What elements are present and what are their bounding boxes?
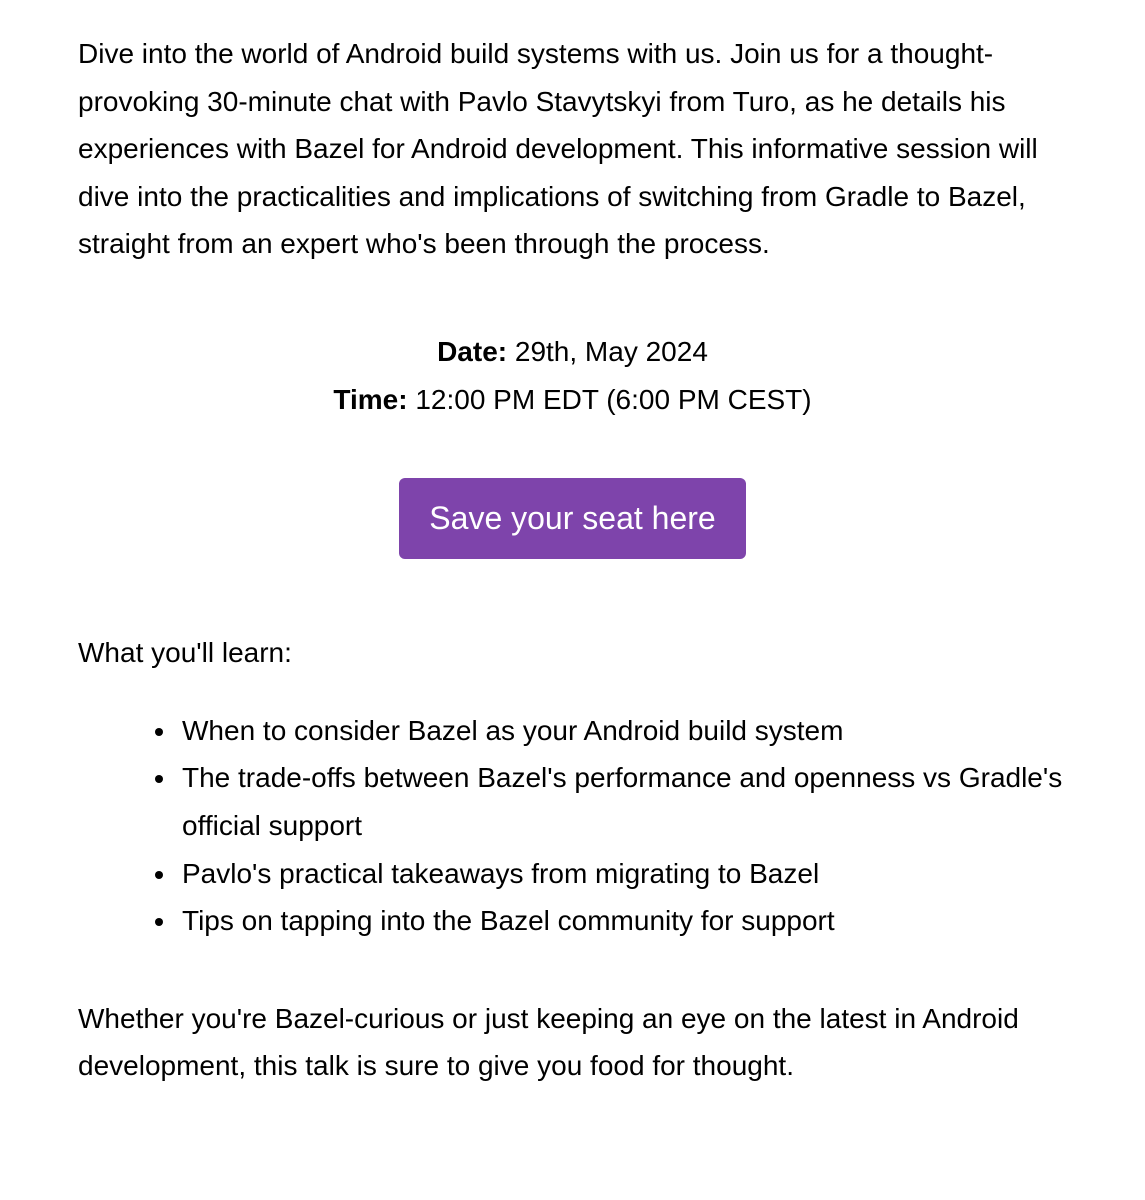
cta-wrapper: Save your seat here bbox=[78, 478, 1067, 559]
time-line: Time: 12:00 PM EDT (6:00 PM CEST) bbox=[78, 376, 1067, 424]
date-value: 29th, May 2024 bbox=[507, 336, 708, 367]
intro-paragraph: Dive into the world of Android build sys… bbox=[78, 30, 1067, 268]
what-youll-learn-heading: What you'll learn: bbox=[78, 629, 1067, 677]
list-item: Tips on tapping into the Bazel community… bbox=[178, 897, 1067, 945]
list-item: The trade-offs between Bazel's performan… bbox=[178, 754, 1067, 849]
list-item: Pavlo's practical takeaways from migrati… bbox=[178, 850, 1067, 898]
date-line: Date: 29th, May 2024 bbox=[78, 328, 1067, 376]
date-label: Date: bbox=[437, 336, 507, 367]
datetime-block: Date: 29th, May 2024 Time: 12:00 PM EDT … bbox=[78, 328, 1067, 423]
save-seat-button[interactable]: Save your seat here bbox=[399, 478, 745, 559]
outro-paragraph: Whether you're Bazel-curious or just kee… bbox=[78, 995, 1067, 1090]
list-item: When to consider Bazel as your Android b… bbox=[178, 707, 1067, 755]
time-value: 12:00 PM EDT (6:00 PM CEST) bbox=[408, 384, 812, 415]
time-label: Time: bbox=[333, 384, 407, 415]
learn-list: When to consider Bazel as your Android b… bbox=[78, 707, 1067, 945]
